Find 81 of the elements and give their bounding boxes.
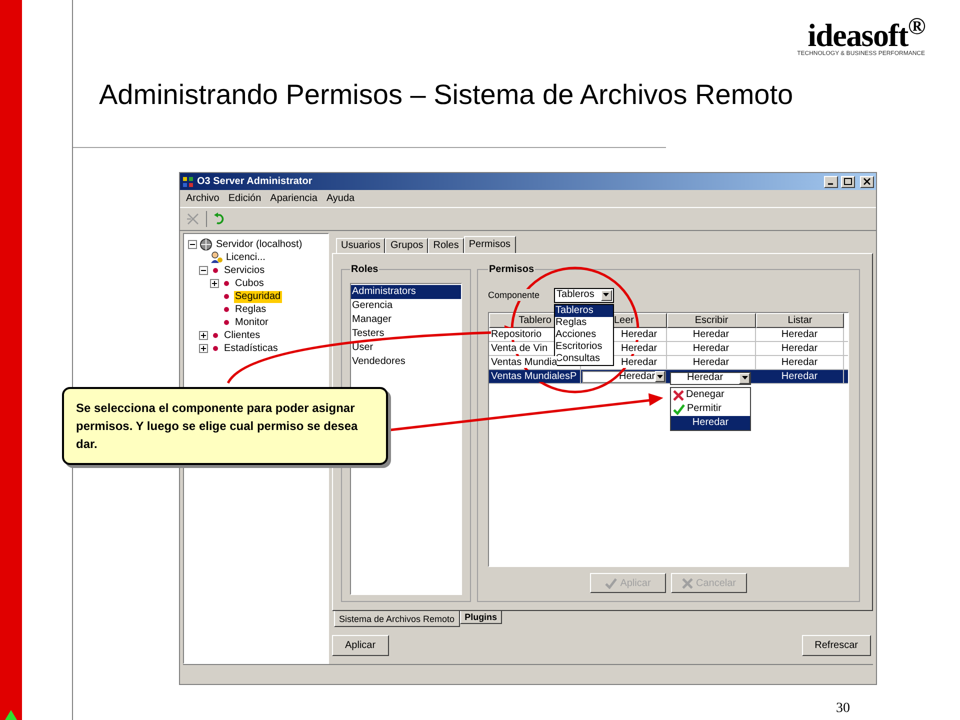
permission-dropdown[interactable]: Heredar: [670, 372, 751, 384]
tree-item[interactable]: Cubos: [234, 278, 265, 290]
menu-item[interactable]: Edición: [228, 192, 262, 204]
list-item[interactable]: Manager: [351, 313, 461, 327]
table-cell: Ventas MundialesP: [491, 370, 577, 382]
x-icon: [673, 390, 684, 400]
expand-toggle[interactable]: [199, 344, 208, 353]
tree-item[interactable]: Servicios: [223, 264, 266, 276]
x-icon: [682, 578, 693, 588]
table-cell: Heredar: [781, 342, 818, 354]
group-title: Permisos: [488, 263, 536, 277]
menu-item[interactable]: Ayuda: [326, 192, 355, 204]
tree-item[interactable]: Reglas: [234, 304, 268, 316]
list-item[interactable]: Testers: [351, 327, 461, 341]
maximize-icon: [844, 178, 852, 185]
column-header: Escribir: [667, 313, 756, 328]
tab[interactable]: Roles: [428, 238, 464, 253]
dropdown-option[interactable]: Escritorios: [554, 340, 613, 352]
maximize-button[interactable]: [841, 176, 855, 188]
tree-item[interactable]: Estadísticas: [223, 342, 279, 354]
refresh-button[interactable]: Refrescar: [802, 634, 871, 656]
list-item[interactable]: User: [351, 341, 461, 355]
close-icon: [863, 178, 871, 185]
list-item[interactable]: Gerencia: [351, 299, 461, 313]
dropdown-option[interactable]: Tableros: [554, 304, 613, 316]
plus-icon: [212, 281, 217, 286]
minus-icon: [190, 242, 195, 247]
apply-button[interactable]: Aplicar: [332, 634, 389, 656]
tree-item[interactable]: Servidor (localhost): [215, 238, 304, 250]
tree-item[interactable]: Clientes: [223, 330, 262, 342]
table-cell: Heredar: [692, 328, 730, 340]
expand-toggle[interactable]: [210, 279, 219, 288]
plus-icon: [201, 333, 206, 338]
table-cell: Heredar: [692, 342, 730, 354]
callout-text: Se selecciona el componente para poder asignar permisos. Y luego se elige cual permiso se desea dar.: [76, 400, 359, 453]
app-icon: [182, 176, 194, 188]
field-label: Componente: [488, 289, 540, 301]
table-cell: Heredar: [781, 356, 818, 368]
tab[interactable]: Plugins: [460, 611, 502, 624]
tree-item[interactable]: Seguridad: [234, 290, 282, 302]
table-cell: Heredar: [621, 356, 658, 368]
tab[interactable]: Permisos: [464, 236, 516, 253]
table-cell: Heredar: [621, 342, 658, 354]
triangle-icon: [5, 710, 17, 720]
table-cell: Heredar: [621, 328, 658, 340]
menu-item[interactable]: Archivo: [186, 192, 220, 204]
menu-item[interactable]: Apariencia: [270, 192, 318, 204]
page-number: 30: [836, 701, 850, 717]
component-dropdown[interactable]: Tableros: [554, 288, 614, 302]
dropdown-option[interactable]: Denegar: [671, 388, 750, 402]
check-icon: [673, 404, 685, 414]
table-cell: Heredar: [781, 370, 818, 382]
collapse-toggle[interactable]: [199, 266, 208, 275]
minimize-button[interactable]: [824, 176, 838, 188]
person-icon: [210, 251, 223, 264]
slide-title: Administrando Permisos – Sistema de Archivos Remoto: [99, 78, 794, 112]
expand-toggle[interactable]: [199, 331, 208, 340]
list-item[interactable]: Administrators: [351, 285, 461, 299]
list-item[interactable]: Vendedores: [351, 355, 461, 369]
tab[interactable]: Sistema de Archivos Remoto: [334, 611, 460, 627]
tab[interactable]: Usuarios: [336, 238, 386, 253]
close-button[interactable]: [860, 176, 874, 188]
dropdown-option[interactable]: Heredar: [671, 416, 750, 430]
table-cell: Heredar: [781, 328, 818, 340]
window-title: O3 Server Administrator: [197, 176, 312, 188]
tree-item[interactable]: Monitor: [234, 316, 270, 328]
tree-item[interactable]: Licenci...: [225, 252, 266, 264]
group-title: Roles: [350, 263, 380, 277]
minus-icon: [201, 268, 206, 273]
dropdown-option[interactable]: Permitir: [671, 402, 750, 416]
dropdown-option[interactable]: Acciones: [554, 328, 613, 340]
table-cell: Heredar: [692, 356, 730, 368]
tab[interactable]: Grupos: [385, 238, 428, 253]
column-header: Listar: [756, 313, 844, 328]
permission-dropdown[interactable]: Heredar: [582, 370, 666, 382]
table-cell: Repositorio: [491, 328, 542, 340]
check-icon: [605, 578, 618, 588]
plus-icon: [201, 346, 206, 351]
collapse-toggle[interactable]: [188, 240, 197, 249]
table-cell: Ventas Mundia: [491, 356, 558, 368]
table-cell: Venta de Vin: [491, 342, 548, 354]
